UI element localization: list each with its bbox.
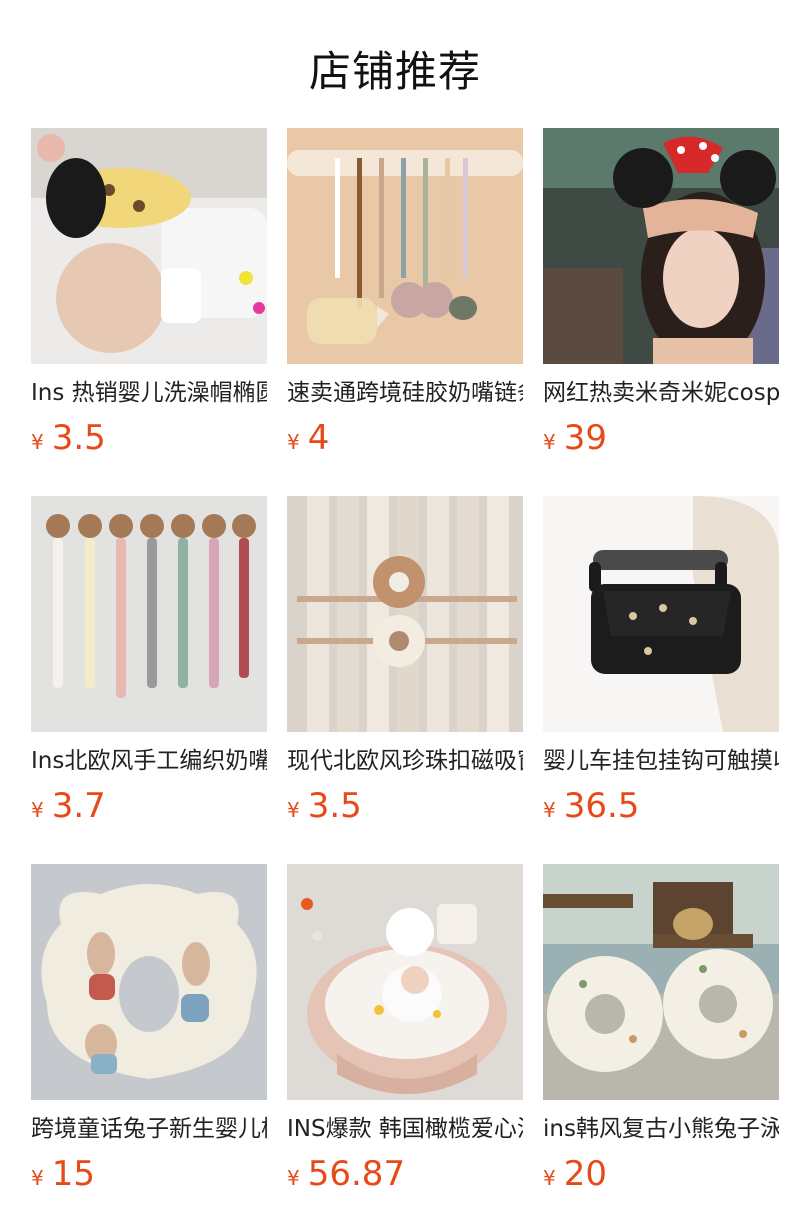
product-image[interactable] (31, 496, 267, 732)
currency-symbol: ¥ (287, 1166, 300, 1190)
product-card[interactable]: INS爆款 韩国橄榄爱心浴盆 ¥56.87 (287, 864, 523, 1204)
product-card[interactable]: 网红热卖米奇米妮cosplay ¥39 (543, 128, 779, 468)
product-image[interactable] (287, 496, 523, 732)
price-value: 56.87 (307, 1154, 406, 1194)
product-name[interactable]: 现代北欧风珍珠扣磁吸窗帘 (287, 744, 523, 778)
product-name[interactable]: Ins 热销婴儿洗澡帽椭圆 (31, 376, 267, 410)
price-value: 3.7 (51, 786, 106, 826)
price-value: 39 (563, 418, 607, 458)
price-value: 3.5 (51, 418, 106, 458)
product-price: ¥3.5 (31, 416, 106, 460)
product-card[interactable]: 速卖通跨境硅胶奶嘴链条 ¥4 (287, 128, 523, 468)
product-card[interactable]: Ins 热销婴儿洗澡帽椭圆 ¥3.5 (31, 128, 267, 468)
price-value: 20 (563, 1154, 607, 1194)
product-price: ¥3.7 (31, 784, 106, 828)
product-name[interactable]: 婴儿车挂包挂钩可触摸收纳 (543, 744, 779, 778)
product-price: ¥3.5 (287, 784, 362, 828)
product-card[interactable]: 婴儿车挂包挂钩可触摸收纳 ¥36.5 (543, 496, 779, 836)
price-value: 4 (307, 418, 330, 458)
currency-symbol: ¥ (543, 798, 556, 822)
price-value: 3.5 (307, 786, 362, 826)
product-price: ¥56.87 (287, 1152, 405, 1196)
product-price: ¥4 (287, 416, 329, 460)
product-name[interactable]: ins韩风复古小熊兔子泳圈 (543, 1112, 779, 1146)
product-name[interactable]: 速卖通跨境硅胶奶嘴链条 (287, 376, 523, 410)
product-price: ¥39 (543, 416, 607, 460)
product-name[interactable]: 跨境童话兔子新生婴儿枕头 (31, 1112, 267, 1146)
product-image[interactable] (543, 864, 779, 1100)
product-price: ¥36.5 (543, 784, 639, 828)
product-image[interactable] (543, 128, 779, 364)
product-card[interactable]: 现代北欧风珍珠扣磁吸窗帘 ¥3.5 (287, 496, 523, 836)
currency-symbol: ¥ (31, 1166, 44, 1190)
currency-symbol: ¥ (31, 430, 44, 454)
currency-symbol: ¥ (287, 798, 300, 822)
product-name[interactable]: INS爆款 韩国橄榄爱心浴盆 (287, 1112, 523, 1146)
product-name[interactable]: 网红热卖米奇米妮cosplay (543, 376, 779, 410)
product-image[interactable] (543, 496, 779, 732)
product-card[interactable]: 跨境童话兔子新生婴儿枕头 ¥15 (31, 864, 267, 1204)
page-title: 店铺推荐 (308, 47, 481, 96)
product-image[interactable] (31, 128, 267, 364)
product-image[interactable] (287, 864, 523, 1100)
currency-symbol: ¥ (543, 1166, 556, 1190)
product-image[interactable] (31, 864, 267, 1100)
product-price: ¥15 (31, 1152, 95, 1196)
product-card[interactable]: Ins北欧风手工编织奶嘴链 ¥3.7 (31, 496, 267, 836)
product-name[interactable]: Ins北欧风手工编织奶嘴链 (31, 744, 267, 778)
currency-symbol: ¥ (543, 430, 556, 454)
product-price: ¥20 (543, 1152, 607, 1196)
price-value: 15 (51, 1154, 95, 1194)
currency-symbol: ¥ (31, 798, 44, 822)
price-value: 36.5 (563, 786, 640, 826)
currency-symbol: ¥ (287, 430, 300, 454)
product-card[interactable]: ins韩风复古小熊兔子泳圈 ¥20 (543, 864, 779, 1204)
product-image[interactable] (287, 128, 523, 364)
